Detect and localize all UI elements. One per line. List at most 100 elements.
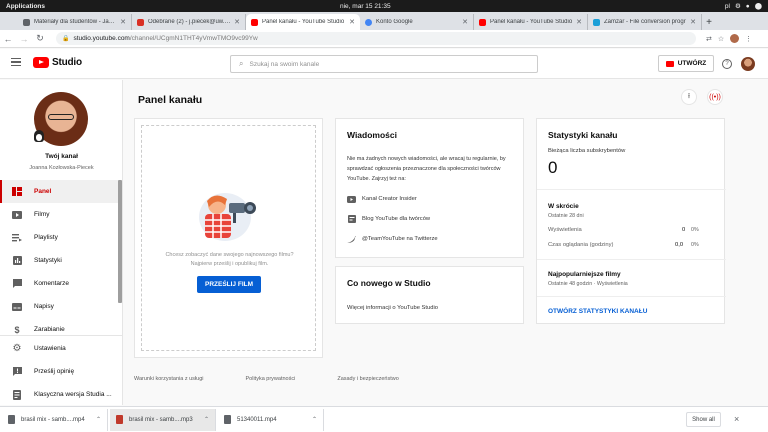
news-link-creator-blog[interactable]: Blog YouTube dla twórców <box>347 214 430 224</box>
address-bar[interactable]: 🔒 studio.youtube.com/channel/UCgmN1THT4y… <box>56 32 696 45</box>
sidebar: Twój kanał Joanna Kozłowska-Piecek Panel… <box>0 80 123 405</box>
account-avatar[interactable] <box>741 57 755 71</box>
show-all-downloads-button[interactable]: Show all <box>686 412 721 427</box>
stats-card-title: Statystyki kanału <box>548 130 618 140</box>
search-input[interactable] <box>249 60 510 68</box>
summary-title: W skrócie <box>548 203 579 210</box>
browser-menu-icon[interactable]: ⋮ <box>745 35 752 43</box>
browser-tab[interactable]: Konto Google ✕ <box>360 14 474 30</box>
stat-row-views: Wyświetlenia 0 0% <box>548 227 708 233</box>
keyboard-layout-indicator[interactable]: pl <box>725 3 730 10</box>
stats-divider <box>537 259 726 260</box>
go-live-icon[interactable]: ((•)) <box>707 89 723 105</box>
browser-tab[interactable]: Panel kanału - YouTube Studio ✕ <box>474 14 588 30</box>
settings-tray-icon[interactable]: ⚙ <box>735 2 741 10</box>
sidebar-item-label: Zarabianie <box>34 326 65 333</box>
tab-close-icon[interactable]: ✕ <box>349 18 355 26</box>
tab-label: Panel kanału - YouTube Studio <box>262 19 345 25</box>
analytics-icon <box>11 256 23 266</box>
upload-icon[interactable]: ⭱ <box>681 89 697 105</box>
blog-icon <box>347 215 356 223</box>
news-link-label: Blog YouTube dla twórców <box>362 216 431 222</box>
dashboard-icon <box>11 187 23 197</box>
video-icon <box>11 210 23 220</box>
news-link-creator-insider[interactable]: Kanał Creator Insider <box>347 194 417 204</box>
tab-close-icon[interactable]: ✕ <box>120 18 126 26</box>
bookmark-star-icon[interactable]: ☆ <box>718 35 724 43</box>
create-button[interactable]: UTWÓRZ <box>658 55 714 72</box>
terms-link[interactable]: Warunki korzystania z usługi <box>134 376 204 382</box>
sidebar-item-feedback[interactable]: Prześlij opinię <box>0 360 122 383</box>
whats-new-link[interactable]: Więcej informacji o YouTube Studio <box>347 305 438 311</box>
browser-tab-active[interactable]: Panel kanału - YouTube Studio ✕ <box>246 14 360 30</box>
main-content: Panel kanału ⭱ ((•)) Chcesz zobaczyć dan… <box>124 80 768 405</box>
close-downloads-icon[interactable]: × <box>734 414 739 424</box>
sidebar-item-filmy[interactable]: Filmy <box>0 203 118 226</box>
power-tray-icon[interactable]: ⬤ <box>755 2 762 10</box>
tab-close-icon[interactable]: ✕ <box>690 18 696 26</box>
translate-icon[interactable]: ⇄ <box>706 35 712 43</box>
system-tray: pl ⚙ ● ⬤ <box>725 2 762 11</box>
reload-icon[interactable]: ↻ <box>32 33 48 44</box>
download-item[interactable]: 51340011.mp4 ⌃ <box>218 408 324 431</box>
network-tray-icon[interactable]: ● <box>746 3 750 10</box>
sidebar-item-komentarze[interactable]: Komentarze <box>0 272 118 295</box>
youtube-favicon-icon <box>251 18 258 26</box>
tab-close-icon[interactable]: ✕ <box>234 18 240 26</box>
chevron-up-icon[interactable]: ⌃ <box>204 416 209 423</box>
sidebar-item-settings[interactable]: ⚙ Ustawienia <box>0 337 122 360</box>
browser-tab[interactable]: Zamzar - File conversion progr ✕ <box>588 14 702 30</box>
sidebar-item-classic-studio[interactable]: Klasyczna wersja Studia ... <box>0 383 122 405</box>
sidebar-scrollbar[interactable] <box>118 180 122 303</box>
sidebar-item-label: Filmy <box>34 211 50 218</box>
sidebar-item-label: Playlisty <box>34 234 58 241</box>
profile-avatar[interactable] <box>730 34 740 43</box>
download-item[interactable]: brasil mix - samb....mp3 ⌃ <box>110 408 216 431</box>
video-camera-icon <box>665 60 674 67</box>
news-card-title: Wiadomości <box>347 130 397 140</box>
sidebar-item-napisy[interactable]: Napisy <box>0 295 118 318</box>
studio-logo[interactable]: Studio <box>33 57 82 68</box>
chevron-up-icon[interactable]: ⌃ <box>96 416 101 423</box>
forward-arrow-icon[interactable]: → <box>16 34 32 44</box>
google-favicon-icon <box>365 18 372 26</box>
tab-label: Zamzar - File conversion progr <box>604 19 686 25</box>
sidebar-item-panel[interactable]: Panel <box>0 180 118 203</box>
system-clock[interactable]: nie, mar 15 21:35 <box>340 3 391 10</box>
file-icon <box>224 415 231 424</box>
hamburger-menu-icon[interactable] <box>11 58 21 68</box>
search-box[interactable]: ⌕ <box>230 55 538 73</box>
youtube-favicon-icon <box>479 18 486 26</box>
url-path: /channel/UCgmN1THT4yVmwTMO9vc99Yw <box>129 35 258 42</box>
gear-icon: ⚙ <box>12 343 22 354</box>
privacy-link[interactable]: Polityka prywatności <box>246 376 296 382</box>
channel-owner-name: Joanna Kozłowska-Piecek <box>29 165 94 171</box>
applications-menu[interactable]: Applications <box>0 3 45 10</box>
back-arrow-icon[interactable]: ← <box>0 34 16 44</box>
create-button-label: UTWÓRZ <box>677 60 707 67</box>
upload-video-button[interactable]: PRZEŚLIJ FILM <box>197 276 261 293</box>
sidebar-item-statystyki[interactable]: Statystyki <box>0 249 118 272</box>
upload-prompt-line2: Najpierw prześlij i opublikuj film. <box>190 261 269 267</box>
upload-prompt: Chcesz zobaczyć dane swojego najnowszego… <box>145 251 314 269</box>
policy-safety-link[interactable]: Zasady i bezpieczeństwo <box>337 376 398 382</box>
new-tab-button[interactable]: + <box>702 14 716 30</box>
summary-period: Ostatnie 28 dni <box>548 213 584 219</box>
help-icon[interactable]: ? <box>722 59 732 69</box>
browser-tab[interactable]: Odebrane (2) - j.piecek@uw.edu ✕ <box>132 14 246 30</box>
stat-row-watch-time: Czas oglądania (godziny) 0,0 0% <box>548 242 708 248</box>
news-link-label: @TeamYouTube na Twitterze <box>362 236 438 242</box>
lock-icon[interactable]: 🔒 <box>62 35 69 42</box>
tab-label: Panel kanału - YouTube Studio <box>490 19 573 25</box>
tab-close-icon[interactable]: ✕ <box>576 18 582 26</box>
browser-tab[interactable]: Materiały dla studentów - Jan ko ✕ <box>18 14 132 30</box>
news-card-body: Nie ma żadnych nowych wiadomości, ale wr… <box>347 156 506 182</box>
news-link-team-youtube-twitter[interactable]: @TeamYouTube na Twitterze <box>347 234 438 244</box>
upload-illustration <box>199 193 256 241</box>
download-item[interactable]: brasil mix - samb....mp4 ⌃ <box>2 408 108 431</box>
chevron-up-icon[interactable]: ⌃ <box>312 416 317 423</box>
open-channel-analytics-link[interactable]: OTWÓRZ STATYSTYKI KANAŁU <box>548 308 647 315</box>
tab-close-icon[interactable]: ✕ <box>462 18 468 26</box>
sidebar-item-label: Napisy <box>34 303 54 310</box>
sidebar-item-playlisty[interactable]: Playlisty <box>0 226 118 249</box>
